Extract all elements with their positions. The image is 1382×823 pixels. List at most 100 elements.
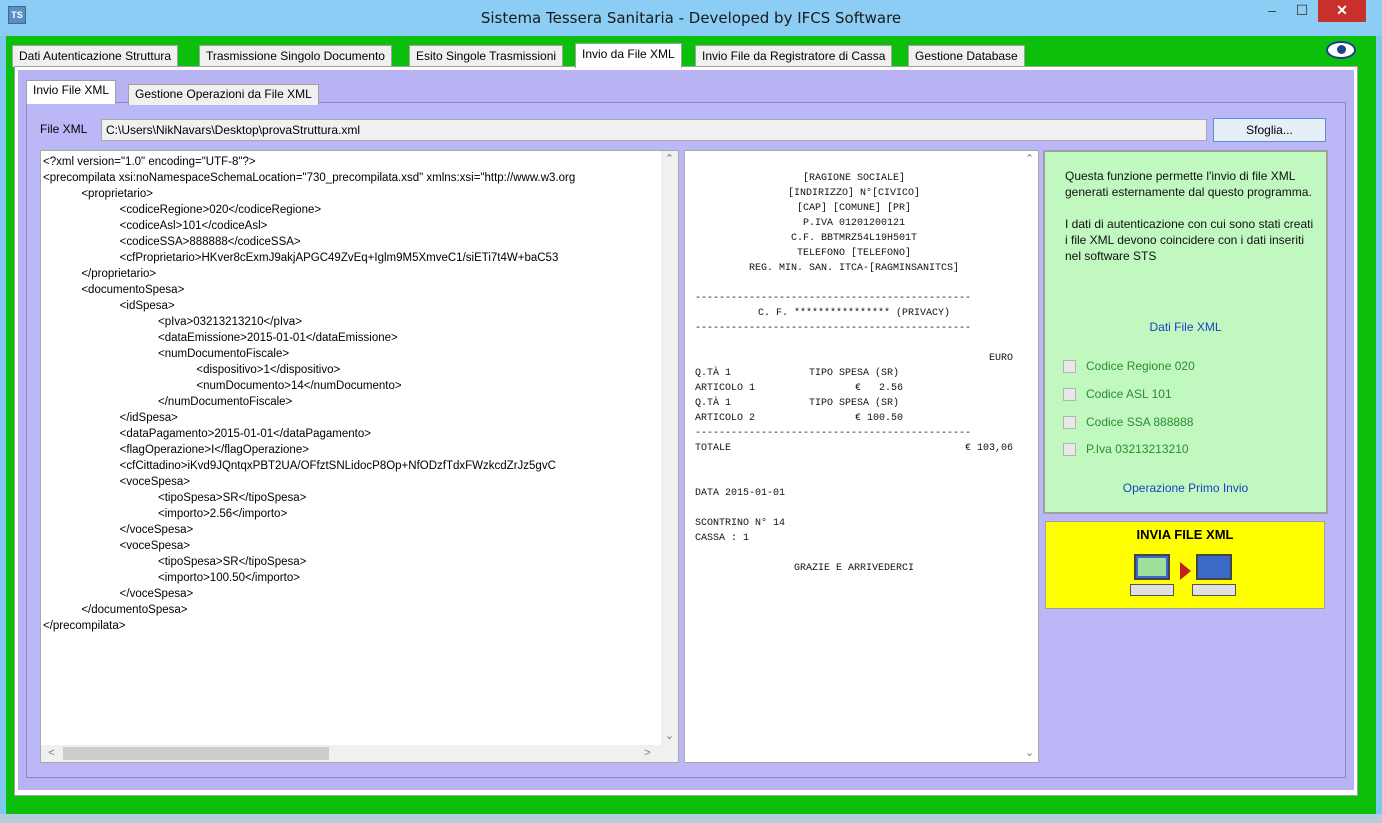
xml-line: <voceSpesa> xyxy=(43,476,191,488)
xml-line: <importo>100.50</importo> xyxy=(43,572,300,584)
xml-line: <numDocumento>14</numDocumento> xyxy=(43,380,402,392)
check-codice-ssa: Codice SSA 888888 xyxy=(1063,413,1193,431)
tab-trasmissione-singolo[interactable]: Trasmissione Singolo Documento xyxy=(199,45,392,67)
check-label: Codice ASL 101 xyxy=(1086,387,1172,401)
xml-line: </documentoSpesa> xyxy=(43,604,188,616)
check-piva: P.Iva 03213213210 xyxy=(1063,440,1189,458)
receipt-item-name: ARTICOLO 2 xyxy=(695,413,756,424)
xml-vertical-scrollbar[interactable]: ⌃ ⌄ xyxy=(661,151,678,745)
tab-invio-file-xml[interactable]: Invio da File XML xyxy=(575,43,682,68)
check-codice-asl: Codice ASL 101 xyxy=(1063,385,1172,403)
xml-line: </proprietario> xyxy=(43,268,157,280)
xml-line: <tipoSpesa>SR</tipoSpesa> xyxy=(43,556,307,568)
receipt-header-line: TELEFONO [TELEFONO] xyxy=(796,248,912,259)
xml-line: <pIva>03213213210</pIva> xyxy=(43,316,302,328)
xml-line: <importo>2.56</importo> xyxy=(43,508,288,520)
xml-line: <codiceRegione>020</codiceRegione> xyxy=(43,204,322,216)
receipt-item-price: € 2.56 xyxy=(854,383,903,394)
checkbox xyxy=(1063,387,1076,401)
receipt-total-label: TOTALE xyxy=(695,443,732,454)
info-panel: Questa funzione permette l'invio di file… xyxy=(1043,150,1328,514)
file-path-input[interactable] xyxy=(101,119,1207,141)
tab-invio-registratore[interactable]: Invio File da Registratore di Cassa xyxy=(695,45,893,67)
xml-line: </voceSpesa> xyxy=(43,588,194,600)
tab-esito-trasmissioni[interactable]: Esito Singole Trasmissioni xyxy=(409,45,564,67)
check-label: Codice SSA 888888 xyxy=(1086,415,1194,429)
receipt-item-qty: Q.TÀ 1 xyxy=(695,398,732,409)
scroll-down-icon[interactable]: ⌄ xyxy=(661,728,678,745)
title-bar: TS Sistema Tessera Sanitaria - Developed… xyxy=(0,0,1382,36)
taskbar-strip xyxy=(0,814,1382,823)
receipt-item-type: TIPO SPESA (SR) xyxy=(808,398,899,409)
window-title: Sistema Tessera Sanitaria - Developed by… xyxy=(480,9,902,27)
xml-line: <documentoSpesa> xyxy=(43,284,185,296)
receipt-preview: [RAGIONE SOCIALE] [INDIRIZZO] N°[CIVICO]… xyxy=(684,150,1039,763)
receipt-farewell: GRAZIE E ARRIVEDERCI xyxy=(793,563,915,574)
xml-line: <idSpesa> xyxy=(43,300,175,312)
receipt-number: SCONTRINO N° 14 xyxy=(695,518,786,529)
receipt-header-line: P.IVA 01201200121 xyxy=(802,218,906,229)
xml-line: <codiceAsl>101</codiceAsl> xyxy=(43,220,268,232)
xml-line: </voceSpesa> xyxy=(43,524,194,536)
receipt-header-line: REG. MIN. SAN. ITCA-[RAGMINSANITCS] xyxy=(748,263,960,274)
xml-line: <flagOperazione>I</flagOperazione> xyxy=(43,444,309,456)
xml-line: <?xml version="1.0" encoding="UTF-8"?> xyxy=(43,156,256,168)
dati-file-xml-heading: Dati File XML xyxy=(1149,320,1222,334)
tab-dati-autenticazione[interactable]: Dati Autenticazione Struttura xyxy=(12,45,179,67)
xml-line: </idSpesa> xyxy=(43,412,178,424)
scroll-corner xyxy=(661,745,678,762)
check-label: Codice Regione 020 xyxy=(1086,359,1195,373)
xml-line: <cfProprietario>HKver8cExmJ9akjAPGC49ZvE… xyxy=(43,252,559,264)
eye-icon[interactable] xyxy=(1326,41,1356,59)
close-button[interactable]: ✕ xyxy=(1318,0,1366,22)
xml-line: <dataEmissione>2015-01-01</dataEmissione… xyxy=(43,332,398,344)
xml-line: <proprietario> xyxy=(43,188,153,200)
xml-line: <numDocumentoFiscale> xyxy=(43,348,290,360)
xml-horizontal-scrollbar[interactable]: < > xyxy=(41,745,663,762)
scroll-down-icon[interactable]: ⌄ xyxy=(1021,745,1038,762)
ts-computer-icon xyxy=(1192,554,1236,600)
info-paragraph: Questa funzione permette l'invio di file… xyxy=(1065,169,1312,199)
receipt-vertical-scrollbar[interactable]: ⌃ ⌄ xyxy=(1021,151,1038,762)
xml-line: <voceSpesa> xyxy=(43,540,191,552)
xml-line: <tipoSpesa>SR</tipoSpesa> xyxy=(43,492,307,504)
receipt-header-line: [INDIRIZZO] N°[CIVICO] xyxy=(787,188,921,199)
subtab-invio-file-xml[interactable]: Invio File XML xyxy=(26,80,117,104)
scroll-up-icon[interactable]: ⌃ xyxy=(1021,151,1038,168)
receipt-item-price: € 100.50 xyxy=(854,413,903,424)
xml-line: <dispositivo>1</dispositivo> xyxy=(43,364,341,376)
info-paragraph: I dati di autenticazione con cui sono st… xyxy=(1065,217,1314,263)
receipt-item-name: ARTICOLO 1 xyxy=(695,383,756,394)
scroll-right-icon[interactable]: > xyxy=(639,745,656,762)
info-text: Questa funzione permette l'invio di file… xyxy=(1065,168,1315,280)
receipt-date: DATA 2015-01-01 xyxy=(695,488,786,499)
minimize-button[interactable]: – xyxy=(1258,0,1286,22)
subtab-gestione-operazioni[interactable]: Gestione Operazioni da File XML xyxy=(128,84,319,105)
xml-line: <dataPagamento>2015-01-01</dataPagamento… xyxy=(43,428,371,440)
receipt-currency: EURO xyxy=(988,353,1013,364)
receipt-rule: ----------------------------------------… xyxy=(695,293,972,304)
xml-text-area[interactable]: <?xml version="1.0" encoding="UTF-8"?> <p… xyxy=(40,150,679,763)
receipt-header-line: [RAGIONE SOCIALE] xyxy=(802,173,906,184)
receipt-total-value: € 103,06 xyxy=(964,443,1013,454)
send-label: INVIA FILE XML xyxy=(1136,527,1234,542)
file-xml-label: File XML xyxy=(40,122,88,136)
tab-gestione-database[interactable]: Gestione Database xyxy=(908,45,1025,67)
horizontal-scroll-thumb[interactable] xyxy=(63,747,329,760)
xml-content: <?xml version="1.0" encoding="UTF-8"?> <p… xyxy=(43,154,655,744)
xml-line: <precompilata xsi:noNamespaceSchemaLocat… xyxy=(43,172,576,184)
check-codice-regione: Codice Regione 020 xyxy=(1063,357,1195,375)
receipt-item-type: TIPO SPESA (SR) xyxy=(808,368,899,379)
scroll-up-icon[interactable]: ⌃ xyxy=(661,151,678,168)
receipt-rule: ----------------------------------------… xyxy=(695,428,972,439)
receipt-rule: ----------------------------------------… xyxy=(695,323,972,334)
scroll-left-icon[interactable]: < xyxy=(43,745,60,762)
check-label: P.Iva 03213213210 xyxy=(1086,442,1189,456)
browse-button[interactable]: Sfoglia... xyxy=(1213,118,1326,142)
receipt-item-qty: Q.TÀ 1 xyxy=(695,368,732,379)
maximize-button[interactable]: ☐ xyxy=(1288,0,1316,22)
receipt-content: [RAGIONE SOCIALE] [INDIRIZZO] N°[CIVICO]… xyxy=(695,171,1013,576)
checkbox xyxy=(1063,415,1076,429)
receipt-register: CASSA : 1 xyxy=(695,533,750,544)
arrow-right-icon xyxy=(1180,562,1191,580)
